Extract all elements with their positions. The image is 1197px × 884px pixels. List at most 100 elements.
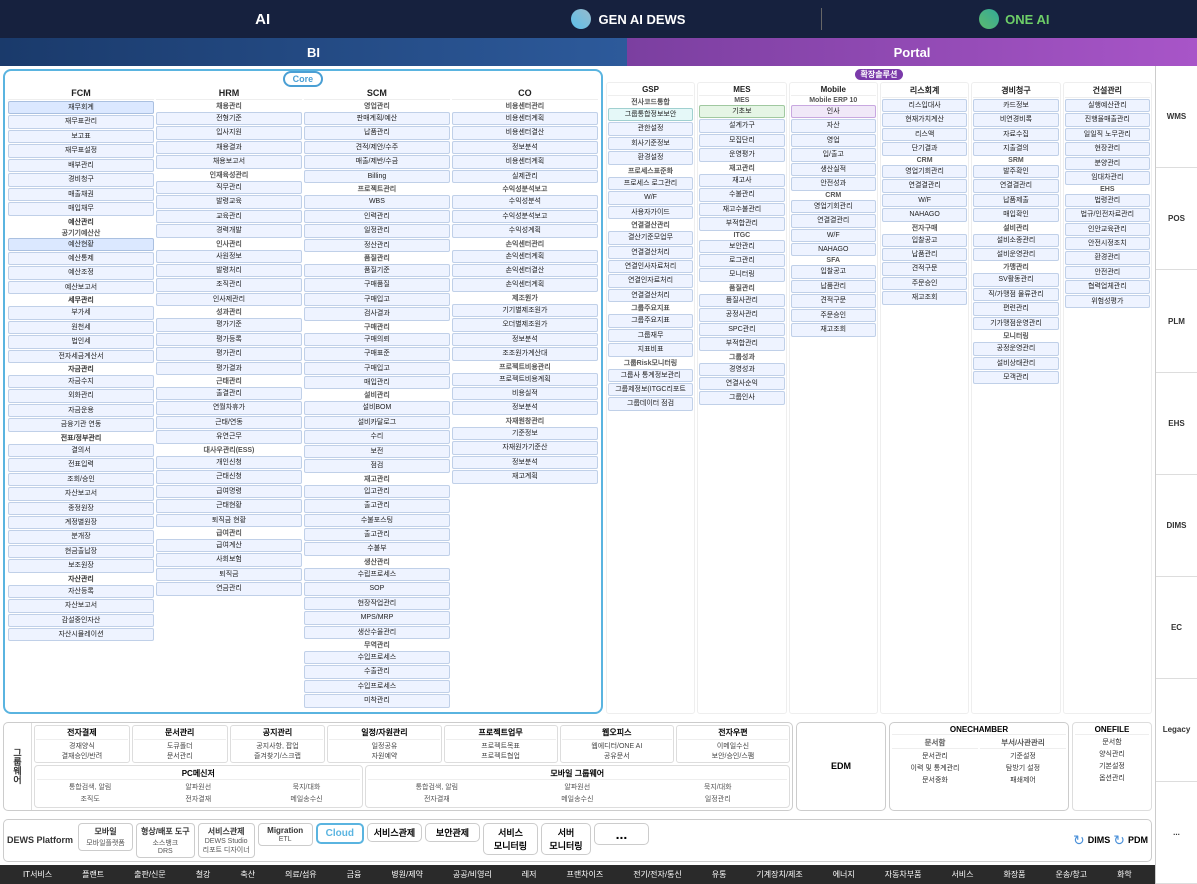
scm-설비-label: 설비관리 [304, 390, 450, 400]
onechamber-문서관리: 문서관리 [892, 750, 978, 762]
gw-elec-payment-title: 전자결제 [36, 727, 128, 740]
fcm-예산현황: 예산현황 [8, 238, 154, 251]
hrm-근태현황: 근태현황 [156, 499, 302, 512]
core-label: Core [283, 71, 324, 87]
ris-입찰공고: 입찰공고 [882, 234, 967, 247]
mobile-주문승인: 주문승인 [791, 309, 876, 322]
con-ehs-label: EHS [1065, 186, 1150, 193]
fcm-감설중인자산: 감설중인자산 [8, 614, 154, 627]
mes-itgc-label: ITGC [699, 232, 784, 239]
platform-mobile: 모바일 모바일플랫폼 [78, 823, 133, 851]
mes-설계: 설계가구 [699, 119, 784, 132]
extend-sol-area: 확장솔루션 [606, 69, 1152, 80]
onechamber-패쇄제어: 패쇄제어 [980, 774, 1066, 786]
gw-elec-mail: 전자우편 이메일수신 보안/승인/스팸 [676, 725, 790, 763]
fcm-재무회계: 재무회계 [8, 101, 154, 114]
mes-경영성과: 경영성과 [699, 363, 784, 376]
con-위험성평가: 위험성평가 [1065, 295, 1150, 308]
gsp-연결결산처리: 연결결산처리 [608, 246, 693, 259]
gsp-그룹제정보: 그룹제정보(ITGC리포트 [608, 383, 693, 396]
gw-weboffice-title: 웹오피스 [562, 727, 672, 740]
gw-elec-payment: 전자결제 경재양식 결재승인/반려 [34, 725, 130, 763]
pc-msg-묵지대화: 묵지/대화 [253, 781, 359, 793]
platform-svc-sub2: 리포트 디자이너 [203, 845, 250, 855]
hrm-col: HRM 채용관리 전형기준 입사지원 채용결과 채용보고서 인재육성관리 직무관… [156, 87, 302, 709]
ind-병원제약: 병원/제약 [391, 869, 423, 880]
ind-축산: 축산 [240, 869, 255, 880]
pc-messenger-grid: 통합검색, 알림 조직도 알파원선 전자결재 묵지/대화 [37, 781, 360, 805]
scm-정산관리: 정산관리 [304, 239, 450, 252]
sidebar-ec[interactable]: EC [1156, 577, 1197, 679]
scm-수립프로세스: 수립프로세스 [304, 568, 450, 581]
hrm-평가결과: 평가결과 [156, 362, 302, 375]
sidebar-pos[interactable]: POS [1156, 168, 1197, 270]
co-재고계획: 재고계획 [452, 470, 598, 483]
portal-bar: Portal [627, 38, 1197, 66]
fcm-세무-label: 세무관리 [8, 295, 154, 305]
sidebar-dims[interactable]: DIMS [1156, 475, 1197, 577]
pdm-refresh-icon[interactable]: ↻ [1113, 832, 1125, 849]
mobile-납품관리: 납품관리 [791, 280, 876, 293]
ris-crm2-label: CRM [882, 157, 967, 164]
right-sidebar: WMS POS PLM EHS DIMS EC Legacy ... [1155, 66, 1197, 884]
service-monitor-label: 서비스모니터링 [494, 826, 527, 852]
bi-portal-bar: BI Portal [0, 38, 1197, 66]
hrm-경력개발: 경력개발 [156, 224, 302, 237]
top-nav: AI GEN AI DEWS ONE AI [0, 0, 1197, 38]
platform-label: DEWS Platform [7, 835, 73, 845]
scm-구매-label: 구매관리 [304, 322, 450, 332]
ind-화학: 화학 [1117, 869, 1132, 880]
scm-billing: Billing [304, 170, 450, 183]
gsp-연결인사: 연결인사자료처리 [608, 260, 693, 273]
onechamber-col-1: 문서함 문서관리 이력 및 통계관리 문서중화 [892, 737, 978, 786]
sidebar-wms[interactable]: WMS [1156, 66, 1197, 168]
exp-설비소종: 설비소종관리 [973, 234, 1058, 247]
onechamber-탐방기설정: 탐방기 설정 [980, 762, 1066, 774]
sidebar-legacy[interactable]: Legacy [1156, 679, 1197, 781]
mgw-메일송수신: 메일송수신 [508, 793, 646, 805]
sidebar-dots[interactable]: ... [1156, 782, 1197, 884]
fcm-원천세: 원천세 [8, 321, 154, 334]
gsp-전사-label: 전사코드통합 [608, 97, 693, 107]
scm-영업-label: 영업관리 [304, 101, 450, 111]
gsp-그룹주요지표: 그룹주요지표 [608, 314, 693, 327]
pdm-label: PDM [1128, 835, 1148, 845]
gw-notice: 공지관리 공지사항, 팝업 즐겨찾기/스크랩 [230, 725, 326, 763]
ind-플랜트: 플랜트 [82, 869, 104, 880]
ai-text: AI [255, 11, 270, 28]
mobile-재고조회: 재고조회 [791, 323, 876, 336]
hrm-사회보험: 사회보험 [156, 553, 302, 566]
fcm-보고표: 보고표 [8, 130, 154, 143]
svc-mgmt-box: 서비스관제 [367, 823, 422, 842]
mes-보안관리: 보안관리 [699, 240, 784, 253]
platform-deploy-title: 형상/배포 도구 [141, 826, 190, 837]
platform-deploy: 형상/배포 도구 소스뱅크 DRS [136, 823, 195, 858]
fcm-예산-label: 예산관리 [8, 217, 154, 227]
hrm-발령처리: 발령처리 [156, 264, 302, 277]
cloud-label: Cloud [326, 828, 354, 839]
fcm-보조원장: 보조원장 [8, 559, 154, 572]
ind-프랜차이즈: 프랜차이즈 [566, 869, 603, 880]
sidebar-ehs[interactable]: EHS [1156, 373, 1197, 475]
dots-box: ... [594, 823, 649, 845]
onefile-옵션관리: 옵션관리 [1075, 772, 1149, 784]
scm-수출관리: 수출관리 [304, 665, 450, 678]
co-자재원가기준: 자재원가기준산 [452, 441, 598, 454]
onechamber-col-2: 부서/사관관리 기준설정 탐방기 설정 패쇄제어 [980, 737, 1066, 786]
hrm-title: HRM [156, 87, 302, 100]
onechamber-기준설정: 기준설정 [980, 750, 1066, 762]
fcm-공기기예산: 공기기예산산 [8, 228, 154, 238]
gw-schedule-sub2: 자원예약 [329, 751, 439, 761]
onefile-box: ONEFILE 문서함 양식관리 기본설정 옵션관리 [1072, 722, 1152, 811]
con-법령관리: 법령관리 [1065, 194, 1150, 207]
ind-레저: 레저 [522, 869, 537, 880]
scm-재고-label: 재고관리 [304, 474, 450, 484]
platform-row: DEWS Platform 모바일 모바일플랫폼 형상/배포 도구 소스뱅크 [0, 816, 1155, 865]
gw-project: 프로젝트업무 프로젝트목표 프로젝트협업 [444, 725, 558, 763]
onefile-문서함: 문서함 [1075, 736, 1149, 748]
scm-인력관리: 인력관리 [304, 210, 450, 223]
sidebar-plm[interactable]: PLM [1156, 270, 1197, 372]
server-monitor-box: 서버모니터링 [541, 823, 591, 855]
fcm-title: FCM [8, 87, 154, 100]
dims-refresh-icon[interactable]: ↻ [1073, 832, 1085, 849]
